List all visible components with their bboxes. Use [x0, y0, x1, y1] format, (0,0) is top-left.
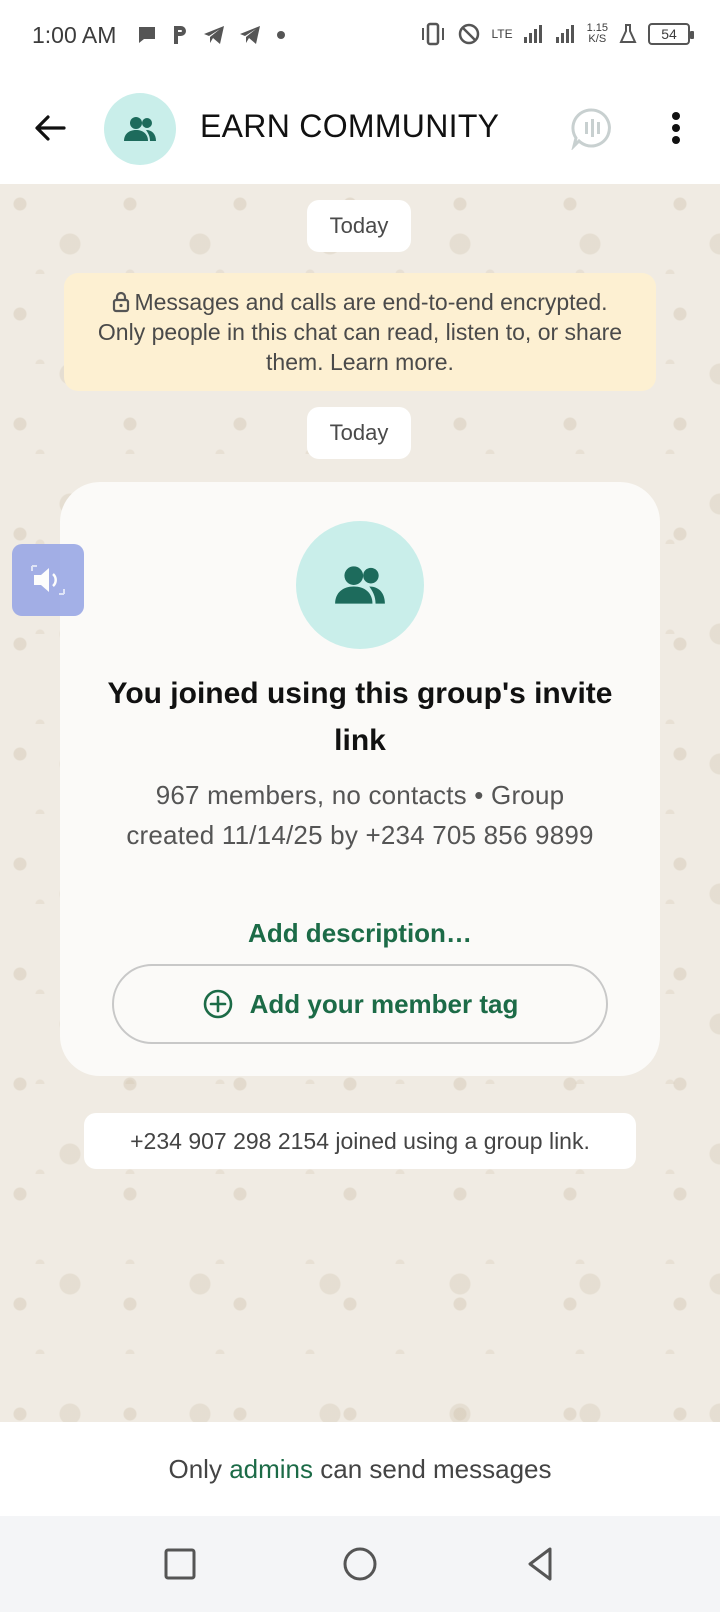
- signal-icon: [523, 25, 542, 43]
- system-message: +234 907 298 2154 joined using a group l…: [84, 1113, 636, 1169]
- voice-chat-icon[interactable]: [570, 106, 614, 150]
- member-tag-label: Add your member tag: [249, 988, 519, 1019]
- card-heading: You joined using this group's invite lin…: [107, 677, 613, 757]
- system-navigation-bar: [0, 1516, 720, 1612]
- group-details: 967 members, no contacts • Group created…: [126, 780, 594, 850]
- back-arrow-icon[interactable]: [30, 108, 70, 148]
- group-avatar[interactable]: [104, 93, 176, 165]
- system-icons: LTE 1.15 K/S 54: [419, 22, 694, 46]
- group-info-card: You joined using this group's invite lin…: [60, 482, 660, 1076]
- chat-header: EARN COMMUNITY: [0, 72, 720, 184]
- signal-icon: [555, 25, 574, 43]
- lock-icon: [113, 291, 130, 313]
- encryption-text: Messages and calls are end-to-end encryp…: [97, 289, 623, 375]
- flask-icon: [619, 24, 637, 43]
- network-type: LTE: [491, 27, 513, 41]
- admins-only-notice: Only admins can send messages: [0, 1422, 720, 1516]
- date-chip: Today: [307, 407, 411, 459]
- status-bar: 1:00 AM LTE 1.15 K/S 54: [0, 0, 720, 72]
- battery-level: 54: [661, 26, 677, 42]
- do-not-disturb-icon: [459, 23, 480, 45]
- encryption-notice[interactable]: Messages and calls are end-to-end encryp…: [64, 273, 656, 391]
- date-chip: Today: [307, 200, 411, 252]
- chat-bubble-icon: [139, 27, 155, 43]
- chat-area[interactable]: Today Messages and calls are end-to-end …: [0, 184, 720, 1422]
- vibrate-icon: [422, 22, 445, 46]
- add-description-link[interactable]: Add description…: [60, 918, 660, 949]
- floating-audio-button[interactable]: [12, 544, 84, 616]
- home-icon[interactable]: [340, 1544, 380, 1584]
- group-icon: [124, 117, 156, 141]
- more-options-icon[interactable]: [662, 108, 690, 148]
- notice-prefix: Only: [168, 1453, 222, 1484]
- nav-back-icon[interactable]: [520, 1544, 560, 1584]
- notification-icons: [136, 24, 288, 46]
- add-circle-icon: [203, 989, 232, 1019]
- status-time: 1:00 AM: [32, 22, 117, 48]
- network-speed: 1.15 K/S: [587, 23, 608, 45]
- p-app-icon: [174, 26, 186, 44]
- telegram-icon: [204, 26, 224, 44]
- group-title[interactable]: EARN COMMUNITY: [200, 108, 499, 145]
- speed-unit: K/S: [588, 33, 607, 45]
- recent-apps-icon[interactable]: [160, 1544, 200, 1584]
- notice-suffix: can send messages: [320, 1453, 552, 1484]
- battery-indicator: 54: [648, 23, 694, 45]
- speaker-icon: [31, 565, 65, 595]
- group-icon: [335, 566, 385, 604]
- admins-link[interactable]: admins: [229, 1454, 313, 1485]
- group-avatar-large[interactable]: [296, 521, 424, 649]
- telegram-icon: [240, 26, 260, 44]
- add-member-tag-button[interactable]: Add your member tag: [112, 964, 608, 1044]
- dot-icon: [277, 31, 285, 39]
